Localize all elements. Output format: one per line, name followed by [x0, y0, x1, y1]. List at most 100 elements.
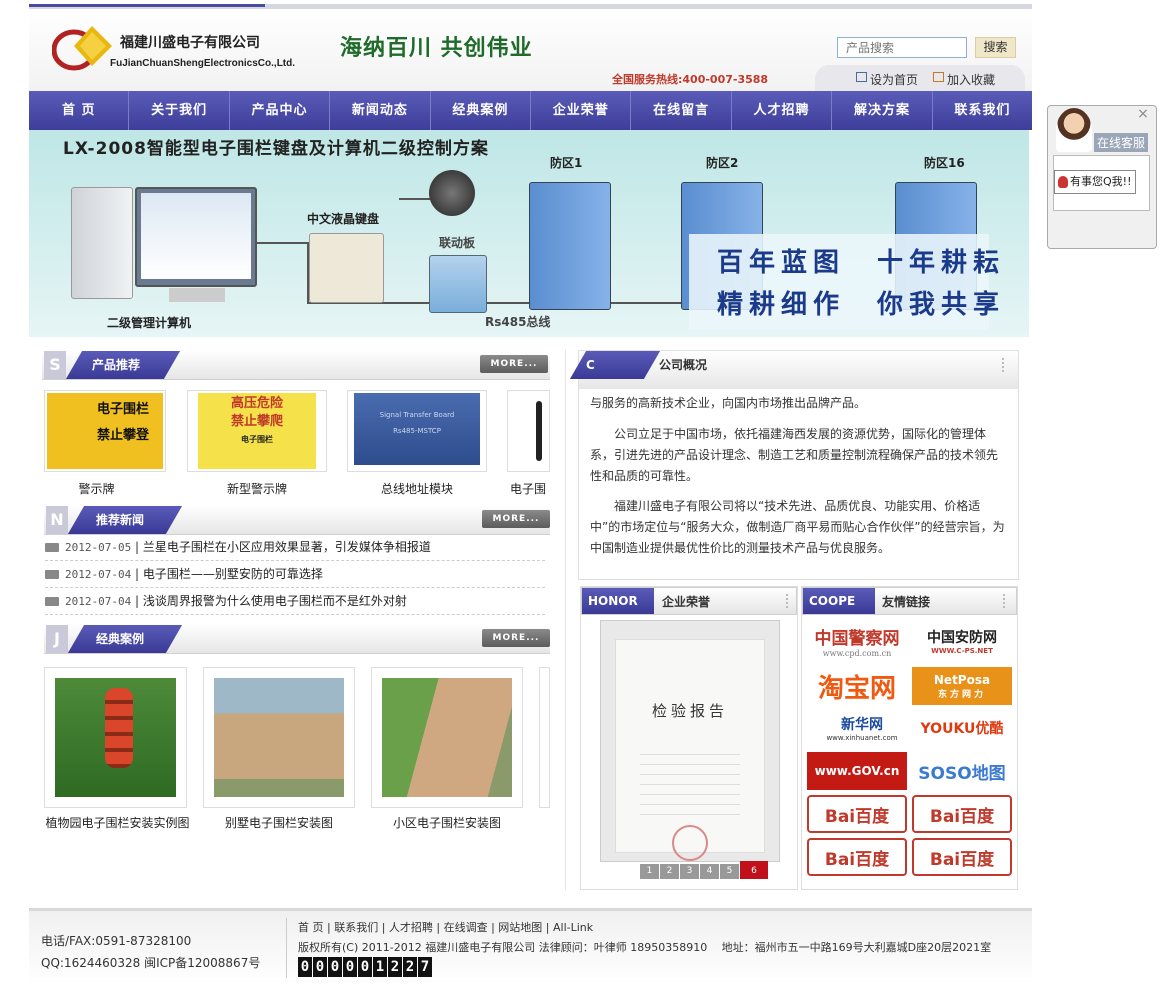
nav-item-contact[interactable]: 联系我们 — [933, 91, 1032, 130]
hero-banner[interactable]: LX-2008智能型电子围栏键盘及计算机二级控制方案 二级管理计算机 中文液晶键… — [29, 130, 1029, 337]
product-image-new-warning-sign[interactable]: 高压危险 禁止攀爬 电子围栏 — [187, 390, 327, 472]
counter-digit: 2 — [388, 957, 402, 977]
nav-item-jobs[interactable]: 人才招聘 — [732, 91, 833, 130]
lcd-keyboard-image — [309, 233, 384, 303]
links-badge: COOPE — [803, 588, 875, 614]
link-baidu[interactable]: Bai百度 — [807, 795, 907, 833]
news-bullet-icon — [45, 570, 59, 579]
favorite-icon — [933, 72, 944, 82]
link-soso[interactable]: SOSO地图 — [912, 752, 1012, 790]
link-baidu[interactable]: Bai百度 — [912, 795, 1012, 833]
nav-item-honors[interactable]: 企业荣誉 — [531, 91, 632, 130]
news-date: 2012-07-04 — [65, 568, 132, 581]
cases-letter: J — [46, 625, 68, 653]
link-netposa[interactable]: NetPosa 东方网力 — [912, 667, 1012, 705]
link-cps[interactable]: 中国安防网 WWW.C-PS.NET — [912, 622, 1012, 660]
honor-pagination: 1 2 3 4 5 6 — [640, 861, 768, 879]
monitor-stand-image — [169, 288, 225, 302]
news-item[interactable]: 2012-07-04 | 浅谈周界报警为什么使用电子围栏而不是红外对射 — [45, 588, 545, 615]
news-item[interactable]: 2012-07-05 | 兰星电子围栏在小区应用效果显著，引发媒体争相报道 — [45, 534, 545, 561]
company-logo-icon[interactable] — [52, 22, 116, 74]
case-image-community[interactable] — [371, 667, 523, 808]
link-baidu[interactable]: Bai百度 — [807, 838, 907, 876]
product-image-partial[interactable] — [507, 390, 550, 472]
product-name[interactable]: 电子围 — [510, 480, 550, 497]
footer-phone: 电话/FAX:0591-87328100 — [41, 934, 192, 948]
case-name[interactable]: 别墅电子围栏安装图 — [203, 814, 355, 831]
nav-item-news[interactable]: 新闻动态 — [330, 91, 431, 130]
link-taobao[interactable]: 淘宝网 — [807, 667, 907, 705]
product-image-bus-module[interactable]: Signal Transfer Board Rs485-MSTCP — [347, 390, 487, 472]
zone1-controller-image — [529, 182, 611, 310]
nav-item-products[interactable]: 产品中心 — [230, 91, 331, 130]
nav-item-about[interactable]: 关于我们 — [129, 91, 230, 130]
product-image-text: 禁止攀爬 — [230, 414, 283, 429]
company-name-cn: 福建川盛电子有限公司 — [120, 35, 260, 51]
monitor-image — [135, 187, 257, 287]
links-title: 友情链接 — [882, 595, 931, 609]
product-image-warning-sign[interactable]: 电子围栏 禁止攀登 — [44, 390, 166, 472]
page-button[interactable]: 5 — [720, 864, 739, 879]
page-button-active[interactable]: 6 — [740, 861, 768, 879]
qq-contact-button[interactable]: 有事您Q我!! — [1054, 170, 1136, 194]
footer-links[interactable]: 首 页 | 联系我们 | 人才招聘 | 在线调查 | 网站地图 | All-Li… — [298, 919, 593, 935]
nav-item-solutions[interactable]: 解决方案 — [832, 91, 933, 130]
banner-slogan-line1: 百年蓝图 十年耕耘 — [717, 248, 1006, 278]
main-nav: 首 页 关于我们 产品中心 新闻动态 经典案例 企业荣誉 在线留言 人才招聘 解… — [29, 91, 1032, 130]
products-title: 产品推荐 — [92, 358, 141, 372]
add-favorite-link[interactable]: 加入收藏 — [947, 71, 995, 88]
cases-more-button[interactable]: MORE... — [482, 629, 550, 647]
about-title: 公司概况 — [659, 358, 708, 372]
case-image-partial[interactable] — [539, 667, 550, 808]
search-button[interactable]: 搜索 — [975, 37, 1016, 58]
footer-copyright: 版权所有(C) 2011-2012 福建川盛电子有限公司 法律顾问：叶律师 18… — [298, 941, 992, 954]
product-name[interactable]: 总线地址模块 — [347, 480, 487, 497]
link-youku[interactable]: YOUKU优酷 — [912, 709, 1012, 747]
news-item[interactable]: 2012-07-04 | 电子围栏——别墅安防的可靠选择 — [45, 561, 545, 588]
nav-item-home[interactable]: 首 页 — [29, 91, 130, 130]
case-image-villa[interactable] — [203, 667, 355, 808]
qq-icon — [1058, 176, 1068, 188]
home-icon — [856, 72, 867, 82]
column-divider — [565, 350, 566, 890]
product-name[interactable]: 新型警示牌 — [187, 480, 327, 497]
set-home-link[interactable]: 设为首页 — [870, 71, 918, 88]
news-title-link[interactable]: 浅谈周界报警为什么使用电子围栏而不是红外对射 — [143, 594, 407, 608]
news-title-badge: 推荐新闻 — [67, 506, 183, 534]
nav-item-message[interactable]: 在线留言 — [631, 91, 732, 130]
product-name[interactable]: 警示牌 — [44, 480, 149, 497]
cases-title-badge: 经典案例 — [67, 625, 183, 653]
link-baidu[interactable]: Bai百度 — [912, 838, 1012, 876]
honor-badge: HONOR — [582, 588, 654, 614]
nav-item-cases[interactable]: 经典案例 — [431, 91, 532, 130]
link-cpd[interactable]: 中国警察网 www.cpd.com.cn — [807, 622, 907, 660]
news-title-link[interactable]: 兰星电子围栏在小区应用效果显著，引发媒体争相报道 — [143, 540, 431, 554]
banner-bus-label: Rs485总线 — [485, 315, 551, 329]
service-hotline: 全国服务热线:400-007-3588 — [612, 73, 769, 86]
product-image-text: Signal Transfer Board — [379, 411, 455, 419]
search-input[interactable] — [837, 37, 967, 58]
news-bullet-icon — [45, 597, 59, 606]
case-name[interactable]: 植物园电子围栏安装实例图 — [40, 814, 195, 831]
honor-certificate-image[interactable]: 检验报告 — [600, 620, 780, 862]
page-button[interactable]: 1 — [640, 864, 659, 879]
link-gov[interactable]: www.GOV.cn — [807, 752, 907, 790]
page-button[interactable]: 2 — [660, 864, 679, 879]
case-name[interactable]: 小区电子围栏安装图 — [371, 814, 523, 831]
alarm-speaker-image — [429, 170, 475, 216]
products-more-button[interactable]: MORE... — [480, 355, 548, 373]
page-button[interactable]: 4 — [700, 864, 719, 879]
zone16-label: 防区16 — [924, 156, 965, 170]
top-border-accent — [29, 4, 265, 7]
page-button[interactable]: 3 — [680, 864, 699, 879]
about-letter-text: C — [586, 358, 595, 372]
visit-counter: 0 0 0 0 0 1 2 2 7 — [298, 957, 433, 977]
banner-title: LX-2008智能型电子围栏键盘及计算机二级控制方案 — [63, 139, 489, 159]
close-icon[interactable]: × — [1137, 107, 1149, 121]
news-title-link[interactable]: 电子围栏——别墅安防的可靠选择 — [143, 567, 323, 581]
wire-line — [257, 242, 307, 244]
drag-handle-icon — [786, 594, 790, 608]
news-more-button[interactable]: MORE... — [482, 510, 550, 528]
link-xinhua[interactable]: 新华网 www.xinhuanet.com — [812, 709, 912, 747]
case-image-botanical-garden[interactable] — [44, 667, 187, 808]
